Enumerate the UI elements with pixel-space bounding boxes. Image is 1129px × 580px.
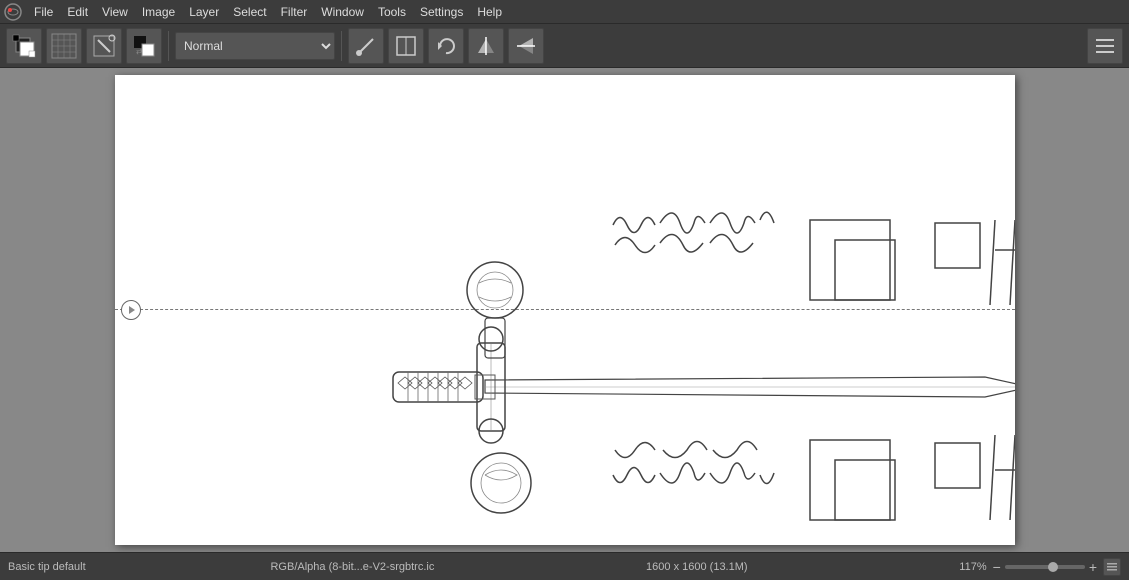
toolbar: ⇄ Normal Dissolve Multiply Screen Overla… bbox=[0, 24, 1129, 68]
zoom-level: 117% bbox=[959, 561, 986, 573]
tool-options-btn[interactable] bbox=[1087, 28, 1123, 64]
zoom-out-icon[interactable]: − bbox=[993, 559, 1001, 575]
menu-window[interactable]: Window bbox=[315, 3, 370, 21]
menu-image[interactable]: Image bbox=[136, 3, 181, 21]
flip-vertical-btn[interactable] bbox=[508, 28, 544, 64]
flip-horizontal-btn[interactable] bbox=[468, 28, 504, 64]
toolbar-separator-2 bbox=[341, 31, 342, 61]
main-area bbox=[0, 68, 1129, 552]
menu-select[interactable]: Select bbox=[227, 3, 272, 21]
menu-layer[interactable]: Layer bbox=[183, 3, 225, 21]
zoom-slider[interactable] bbox=[1005, 565, 1085, 569]
gimp-logo-icon bbox=[4, 3, 22, 21]
menu-settings[interactable]: Settings bbox=[414, 3, 469, 21]
menu-bar: File Edit View Image Layer Select Filter… bbox=[0, 0, 1129, 24]
menu-edit[interactable]: Edit bbox=[61, 3, 94, 21]
statusbar-options-icon[interactable] bbox=[1103, 558, 1121, 576]
brush-tool-icon[interactable] bbox=[86, 28, 122, 64]
undo-btn[interactable] bbox=[428, 28, 464, 64]
drawing-content bbox=[115, 75, 1015, 545]
colors-icon[interactable]: ⇄ bbox=[126, 28, 162, 64]
menu-file[interactable]: File bbox=[28, 3, 59, 21]
menu-help[interactable]: Help bbox=[471, 3, 508, 21]
image-info: RGB/Alpha (8-bit...e-V2-srgbtrc.ic bbox=[270, 561, 434, 573]
svg-text:⇄: ⇄ bbox=[136, 47, 143, 56]
zoom-in-icon[interactable]: + bbox=[1089, 559, 1097, 575]
foreground-background-colors[interactable] bbox=[6, 28, 42, 64]
zoom-slider-thumb bbox=[1048, 562, 1058, 572]
canvas-area[interactable] bbox=[0, 68, 1129, 552]
tool-name: Basic tip default bbox=[8, 561, 254, 573]
symmetry-btn[interactable] bbox=[388, 28, 424, 64]
blend-mode-select[interactable]: Normal Dissolve Multiply Screen Overlay … bbox=[175, 32, 335, 60]
toolbar-separator-1 bbox=[168, 31, 169, 61]
zoom-slider-container[interactable]: − + bbox=[993, 559, 1097, 575]
status-bar: Basic tip default RGB/Alpha (8-bit...e-V… bbox=[0, 552, 1129, 580]
image-canvas[interactable] bbox=[115, 75, 1015, 545]
menu-view[interactable]: View bbox=[96, 3, 134, 21]
zoom-controls: 117% − + bbox=[959, 558, 1121, 576]
pattern-icon[interactable] bbox=[46, 28, 82, 64]
menu-tools[interactable]: Tools bbox=[372, 3, 412, 21]
image-dimensions: 1600 x 1600 (13.1M) bbox=[450, 561, 943, 573]
paint-dynamics-btn[interactable] bbox=[348, 28, 384, 64]
menu-filter[interactable]: Filter bbox=[275, 3, 314, 21]
